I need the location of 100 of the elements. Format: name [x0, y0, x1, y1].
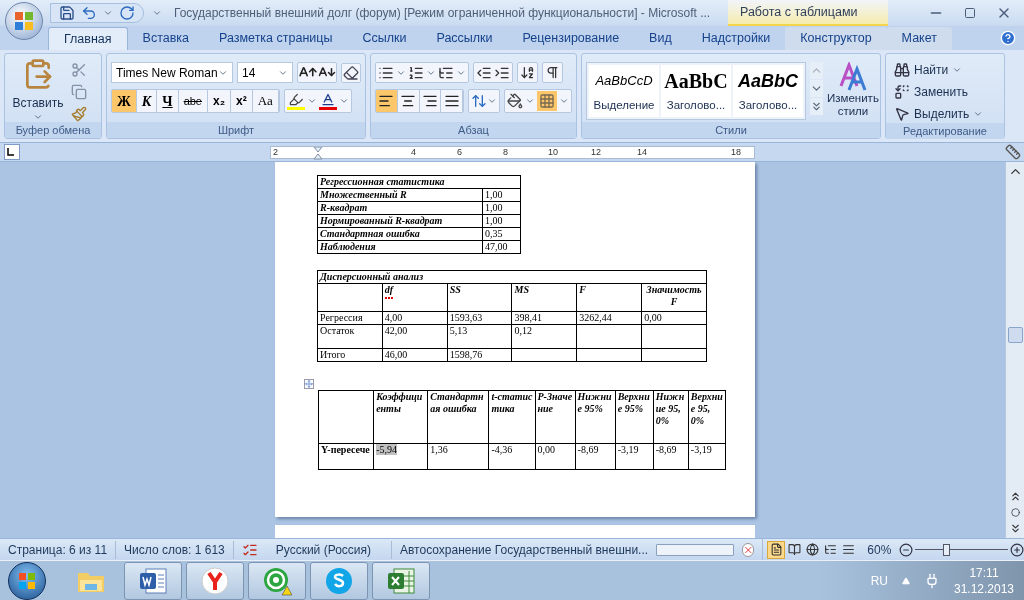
zoom-level[interactable]: 60% — [867, 540, 892, 559]
table-cell: Стандартная ошибка — [320, 228, 420, 239]
ribbon-tab[interactable]: Вид — [634, 27, 687, 50]
change-styles-button[interactable]: Изменить стили — [827, 62, 879, 118]
group-label: Стили — [715, 122, 747, 138]
format-painter-icon[interactable] — [71, 106, 87, 122]
format-button[interactable]: Ч — [157, 90, 179, 112]
zoom-in-icon[interactable] — [1009, 541, 1024, 558]
taskbar-button[interactable] — [248, 561, 306, 600]
paste-button[interactable]: Вставить — [9, 58, 67, 122]
language-indicator[interactable]: Русский (Россия) — [265, 540, 392, 559]
replace-icon — [894, 83, 910, 100]
view-icon — [841, 543, 855, 556]
ribbon-tab[interactable]: Макет — [886, 27, 952, 50]
table-cell: -5,94 — [376, 444, 397, 455]
view-ruler-icon[interactable] — [1005, 144, 1021, 160]
group-label: Шрифт — [217, 122, 255, 138]
vertical-scrollbar[interactable] — [1005, 162, 1024, 538]
copy-icon[interactable] — [71, 84, 87, 100]
column-header: MS — [514, 284, 529, 297]
restore-icon[interactable] — [964, 7, 976, 19]
indent-marker-icon[interactable] — [313, 146, 323, 160]
start-button[interactable] — [8, 561, 46, 600]
table-cell: 0,00 — [537, 444, 555, 455]
scrollbar-thumb[interactable] — [1007, 327, 1023, 343]
ribbon-tab[interactable]: Ссылки — [347, 27, 422, 50]
format-button[interactable]: x₂ — [208, 90, 231, 112]
zoom-out-icon[interactable] — [899, 541, 914, 558]
table-move-handle-icon[interactable] — [304, 379, 314, 389]
editing-button[interactable]: Выделить — [894, 104, 1000, 123]
format-button[interactable]: Ж — [112, 90, 137, 112]
align-icon — [400, 93, 417, 109]
scroll-down-icon[interactable] — [810, 80, 823, 97]
view-button[interactable] — [803, 540, 822, 559]
ribbon-tab[interactable]: Надстройки — [686, 27, 786, 50]
tab-selector-button[interactable] — [4, 144, 20, 160]
ribbon-tab[interactable]: Конструктор — [785, 27, 887, 50]
taskbar-button[interactable] — [186, 561, 244, 600]
ribbon-tab[interactable]: Вставка — [127, 27, 205, 50]
repeat-icon[interactable] — [119, 5, 135, 21]
font-size-field[interactable]: 14 — [237, 62, 293, 83]
view-button[interactable] — [767, 540, 786, 559]
style-gallery-item[interactable]: AaBbC Заголово... — [733, 65, 803, 117]
font-name-field[interactable]: Times New Roman — [111, 62, 233, 83]
taskbar-button[interactable] — [310, 561, 368, 600]
slider-thumb[interactable] — [942, 543, 950, 556]
format-button[interactable]: abe — [178, 90, 208, 112]
contextual-tab-group: Работа с таблицами — [728, 0, 888, 26]
align-button[interactable] — [419, 90, 442, 112]
zoom-slider[interactable] — [915, 543, 1008, 556]
clear-formatting-icon[interactable] — [341, 62, 361, 83]
cancel-icon[interactable] — [741, 542, 755, 557]
table-cell: 4,00 — [384, 312, 403, 323]
document-app-icon — [138, 566, 168, 595]
align-button[interactable] — [441, 90, 463, 112]
format-button[interactable]: К — [136, 90, 158, 112]
table-cell: 5,13 — [449, 325, 468, 336]
customize-icon — [152, 8, 162, 18]
pilcrow-icon[interactable] — [542, 62, 563, 83]
align-button[interactable] — [397, 90, 420, 112]
ribbon-tab[interactable]: Главная — [48, 27, 128, 50]
style-gallery-item[interactable]: AaBbC Заголово... — [661, 65, 731, 117]
group-label: Буфер обмена — [15, 122, 91, 138]
style-gallery-item[interactable]: AaBbCcD Выделение — [589, 65, 659, 117]
highlight-icon[interactable] — [286, 92, 305, 110]
taskbar-button[interactable] — [124, 561, 182, 600]
format-button[interactable]: Aa — [252, 90, 279, 112]
sort-icon[interactable] — [517, 62, 538, 83]
editing-button[interactable]: Заменить — [894, 82, 1000, 101]
borders-button[interactable] — [537, 91, 557, 111]
line-spacing-icon[interactable] — [471, 93, 487, 109]
align-icon — [378, 93, 395, 109]
ruler-number: 12 — [591, 145, 601, 159]
taskbar-button[interactable] — [372, 561, 430, 600]
cut-icon[interactable] — [71, 62, 87, 78]
dropdown-icon — [306, 96, 317, 106]
help-icon[interactable] — [1000, 30, 1016, 46]
horizontal-ruler[interactable]: 2 4 6 8 10 12 14 18 — [270, 145, 755, 159]
ribbon-tab[interactable]: Разметка страницы — [204, 27, 348, 50]
table-title: Дисперсионный анализ — [320, 271, 424, 282]
ribbon-tab[interactable]: Рецензирование — [507, 27, 635, 50]
align-button[interactable] — [376, 90, 398, 112]
shading-icon[interactable] — [507, 93, 523, 109]
page-count[interactable]: Страница: 6 из 11 — [0, 540, 117, 559]
word-count[interactable]: Число слов: 1 613 — [116, 540, 234, 559]
ribbon-tab[interactable]: Рассылки — [421, 27, 508, 50]
browse-object-icon[interactable] — [1010, 508, 1020, 517]
numbering-icon[interactable] — [408, 64, 424, 81]
column-header: Коэффициенты — [376, 391, 423, 414]
table-title: Регрессионная статистика — [320, 176, 445, 187]
office-logo-icon — [14, 11, 34, 31]
format-button[interactable]: x² — [231, 90, 253, 112]
save-icon[interactable] — [59, 5, 75, 21]
editing-button[interactable]: Найти — [894, 60, 1000, 79]
undo-icon[interactable] — [81, 5, 97, 21]
font-color-icon[interactable] — [318, 92, 337, 110]
more-icon[interactable] — [810, 98, 823, 115]
view-icon — [769, 543, 783, 556]
table-cell: 3262,44 — [579, 312, 612, 323]
binoculars-icon — [894, 61, 910, 78]
